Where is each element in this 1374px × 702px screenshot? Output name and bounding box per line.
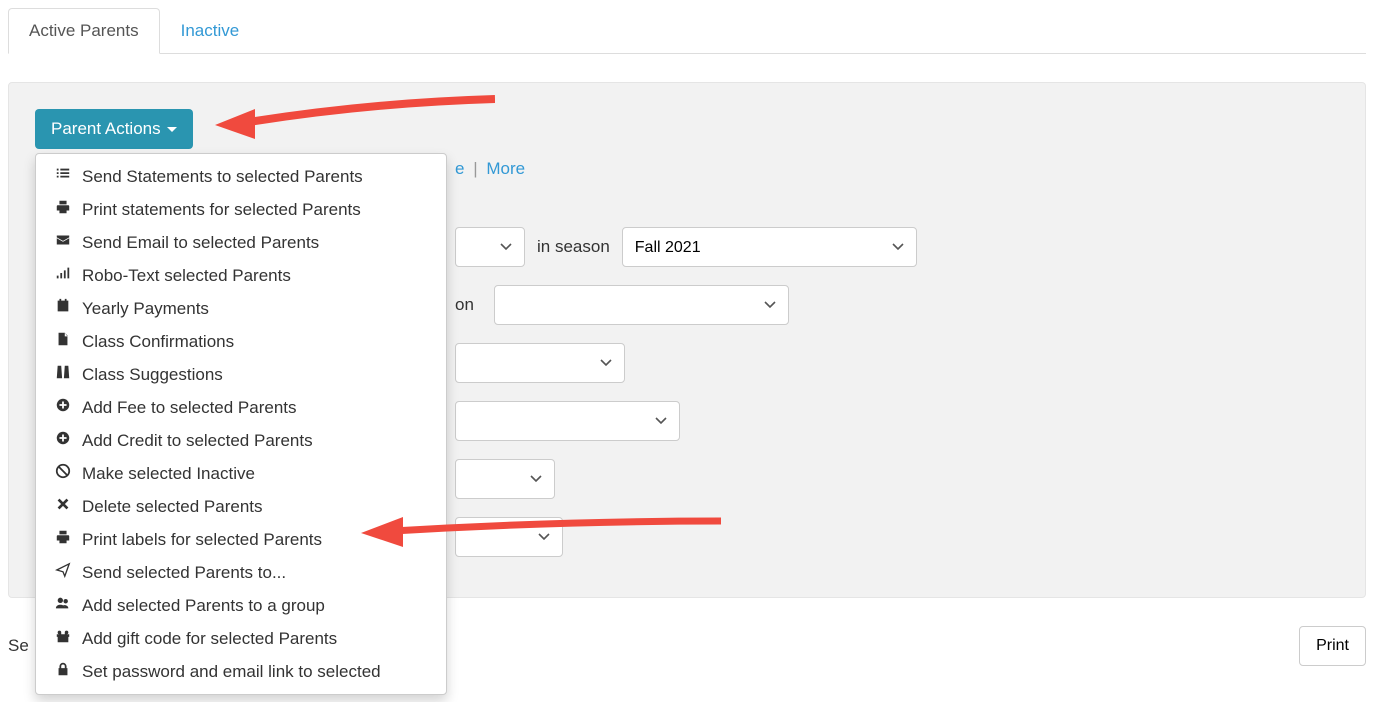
calendar-icon	[54, 298, 72, 319]
dropdown-item-label: Yearly Payments	[82, 299, 209, 319]
times-icon	[54, 496, 72, 517]
filter-select-6[interactable]	[455, 517, 563, 557]
print-icon	[54, 199, 72, 220]
filter-link-more[interactable]: More	[486, 159, 525, 178]
dropdown-item-label: Send selected Parents to...	[82, 563, 286, 583]
dropdown-item-label: Send Email to selected Parents	[82, 233, 319, 253]
filter-select-2[interactable]	[494, 285, 789, 325]
parent-actions-button[interactable]: Parent Actions	[35, 109, 193, 149]
filter-link-partial[interactable]: e	[455, 159, 464, 178]
dropdown-item-11[interactable]: Print labels for selected Parents	[36, 523, 446, 556]
dropdown-item-label: Set password and email link to selected	[82, 662, 381, 682]
dropdown-item-label: Add gift code for selected Parents	[82, 629, 337, 649]
dropdown-item-label: Make selected Inactive	[82, 464, 255, 484]
signal-icon	[54, 265, 72, 286]
dropdown-item-label: Print labels for selected Parents	[82, 530, 322, 550]
dropdown-item-label: Robo-Text selected Parents	[82, 266, 291, 286]
dropdown-item-0[interactable]: Send Statements to selected Parents	[36, 160, 446, 193]
dropdown-item-label: Class Suggestions	[82, 365, 223, 385]
file-icon	[54, 331, 72, 352]
dropdown-item-label: Add selected Parents to a group	[82, 596, 325, 616]
filter-links-row: e | More	[455, 159, 1339, 179]
road-icon	[54, 364, 72, 385]
filter-select-5[interactable]	[455, 459, 555, 499]
dropdown-item-7[interactable]: Add Fee to selected Parents	[36, 391, 446, 424]
parent-actions-label: Parent Actions	[51, 119, 161, 139]
dropdown-item-label: Class Confirmations	[82, 332, 234, 352]
season-select[interactable]: Fall 2021	[622, 227, 917, 267]
filter-row-4	[455, 401, 1339, 441]
plus-circle-icon	[54, 430, 72, 451]
on-label-suffix: on	[455, 295, 474, 315]
dropdown-item-10[interactable]: Delete selected Parents	[36, 490, 446, 523]
filter-select-1[interactable]	[455, 227, 525, 267]
filters-area: e | More in season Fall 2021 on	[455, 159, 1339, 557]
dropdown-item-4[interactable]: Yearly Payments	[36, 292, 446, 325]
filter-row-3	[455, 343, 1339, 383]
bottom-left-partial: Se	[8, 636, 29, 656]
tab-active-parents[interactable]: Active Parents	[8, 8, 160, 54]
dropdown-item-15[interactable]: Set password and email link to selected	[36, 655, 446, 688]
gift-icon	[54, 628, 72, 649]
filter-select-3[interactable]	[455, 343, 625, 383]
plus-circle-icon	[54, 397, 72, 418]
envelope-icon	[54, 232, 72, 253]
ban-icon	[54, 463, 72, 484]
send-icon	[54, 562, 72, 583]
dropdown-item-1[interactable]: Print statements for selected Parents	[36, 193, 446, 226]
filter-row-5	[455, 459, 1339, 499]
in-season-label: in season	[537, 237, 610, 257]
dropdown-item-label: Delete selected Parents	[82, 497, 263, 517]
users-icon	[54, 595, 72, 616]
dropdown-item-label: Add Credit to selected Parents	[82, 431, 313, 451]
dropdown-item-3[interactable]: Robo-Text selected Parents	[36, 259, 446, 292]
dropdown-item-label: Add Fee to selected Parents	[82, 398, 297, 418]
filter-row-season: in season Fall 2021	[455, 227, 1339, 267]
dropdown-item-6[interactable]: Class Suggestions	[36, 358, 446, 391]
filter-link-separator: |	[473, 159, 477, 178]
dropdown-item-12[interactable]: Send selected Parents to...	[36, 556, 446, 589]
tab-inactive[interactable]: Inactive	[160, 8, 261, 54]
filter-row-6	[455, 517, 1339, 557]
dropdown-item-8[interactable]: Add Credit to selected Parents	[36, 424, 446, 457]
filter-row-2: on	[455, 285, 1339, 325]
dropdown-item-label: Print statements for selected Parents	[82, 200, 361, 220]
dropdown-item-2[interactable]: Send Email to selected Parents	[36, 226, 446, 259]
print-icon	[54, 529, 72, 550]
tabs-bar: Active Parents Inactive	[8, 8, 1366, 54]
parent-actions-dropdown: Send Statements to selected Parents Print…	[35, 153, 447, 695]
dropdown-item-13[interactable]: Add selected Parents to a group	[36, 589, 446, 622]
lock-icon	[54, 661, 72, 682]
caret-down-icon	[167, 127, 177, 132]
annotation-arrow-1	[215, 95, 495, 145]
print-button[interactable]: Print	[1299, 626, 1366, 666]
dropdown-item-label: Send Statements to selected Parents	[82, 167, 363, 187]
filter-panel: Parent Actions Send Statements to select…	[8, 82, 1366, 598]
filter-select-4[interactable]	[455, 401, 680, 441]
list-icon	[54, 166, 72, 187]
dropdown-item-14[interactable]: Add gift code for selected Parents	[36, 622, 446, 655]
dropdown-item-5[interactable]: Class Confirmations	[36, 325, 446, 358]
dropdown-item-9[interactable]: Make selected Inactive	[36, 457, 446, 490]
